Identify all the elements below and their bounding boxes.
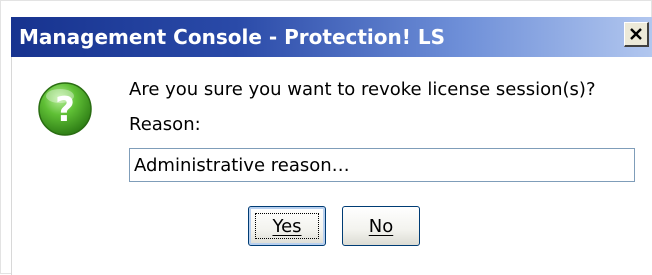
window-title: Management Console - Protection! LS — [19, 25, 445, 49]
close-icon — [630, 28, 642, 40]
question-icon: ? — [38, 82, 92, 136]
confirm-dialog: Management Console - Protection! LS — [0, 0, 652, 275]
reason-label: Reason: — [129, 114, 201, 135]
no-button[interactable]: No — [342, 206, 420, 246]
svg-text:?: ? — [55, 90, 75, 130]
confirmation-message: Are you sure you want to revoke license … — [129, 79, 596, 100]
yes-button-label: Yes — [272, 215, 302, 237]
close-button[interactable] — [624, 22, 649, 47]
yes-button[interactable]: Yes — [248, 206, 326, 246]
title-bar[interactable]: Management Console - Protection! LS — [11, 17, 652, 57]
no-button-label: No — [368, 215, 394, 237]
reason-input[interactable] — [129, 148, 635, 182]
